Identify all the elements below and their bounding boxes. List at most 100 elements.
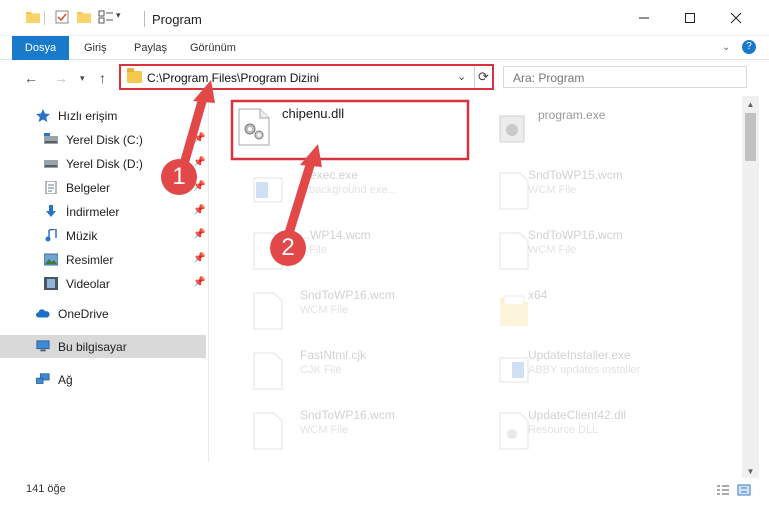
item-count: 141 öğe <box>26 483 66 495</box>
file-item-sndtowp16[interactable]: SndToWP16.wcm WCM File <box>232 402 472 458</box>
sidebar-item-videos[interactable]: Videolar 📌 <box>0 272 206 295</box>
file-item-sndtowp15[interactable]: SndToWP15.wcm WCM File <box>478 162 718 218</box>
app-window-icon <box>499 357 529 383</box>
expand-ribbon-icon[interactable]: ⌄ <box>722 36 730 60</box>
sidebar-item-pictures[interactable]: Resimler 📌 <box>0 248 206 271</box>
qa-divider <box>44 11 45 25</box>
file-name: UpdateClient42.dll <box>528 408 627 422</box>
properties-icon[interactable] <box>55 10 69 24</box>
pin-icon[interactable]: 📌 <box>193 133 205 144</box>
pane-divider[interactable] <box>208 96 209 462</box>
sidebar-item-local-disk-d[interactable]: Yerel Disk (D:) 📌 <box>0 152 206 175</box>
sidebar-item-documents[interactable]: Belgeler 📌 <box>0 176 206 199</box>
back-arrow-icon[interactable]: ← <box>24 70 38 86</box>
maximize-button[interactable] <box>667 0 713 36</box>
address-path[interactable]: C:\Program Files\Program Dizini <box>147 71 319 85</box>
file-name: chipenu.dll <box>282 106 345 121</box>
pin-icon[interactable]: 📌 <box>193 253 205 264</box>
file-item-program-exe[interactable]: program.exe <box>478 102 718 158</box>
file-item-fastntml-cjk[interactable]: FastNtml.cjk CJK File <box>232 342 472 398</box>
network-icon <box>36 373 50 384</box>
app-window-icon <box>253 177 283 203</box>
sidebar-item-label: İndirmeler <box>66 205 120 219</box>
folder-icon <box>500 295 528 326</box>
generic-file-icon <box>253 412 283 450</box>
title-divider <box>144 11 145 27</box>
file-name: program.exe <box>538 108 606 122</box>
sidebar-item-music[interactable]: Müzik 📌 <box>0 224 206 247</box>
recent-locations-icon[interactable]: ▾ <box>80 73 85 84</box>
file-item-chipenu-dll[interactable]: chipenu.dll <box>232 102 472 158</box>
help-icon[interactable]: ? <box>742 40 756 54</box>
up-arrow-icon[interactable]: ↑ <box>99 70 106 86</box>
file-item-updateinstaller-exe[interactable]: UpdateInstaller.exe ABBY updates install… <box>478 342 718 398</box>
address-bar[interactable]: C:\Program Files\Program Dizini ⌄ ⟳ <box>119 64 494 90</box>
search-box[interactable]: Ara: Program <box>503 66 747 88</box>
details-view-icon[interactable] <box>716 484 730 496</box>
file-type: ...background exe... <box>300 184 397 196</box>
file-item-sndtowp16[interactable]: SndToWP16.wcm WCM File <box>478 222 718 278</box>
star-icon <box>36 109 50 122</box>
sidebar-item-label: Yerel Disk (C:) <box>66 133 143 147</box>
music-icon <box>45 229 57 242</box>
file-item-updateclient42-dll[interactable]: UpdateClient42.dll Resource DLL <box>478 402 718 458</box>
navigation-pane: Hızlı erişim Yerel Disk (C:) 📌 Yerel Dis… <box>0 96 210 462</box>
view-layout-icon[interactable] <box>98 10 114 24</box>
file-name: SndToWP15.wcm <box>528 168 623 182</box>
tab-home[interactable]: Giriş <box>84 36 107 60</box>
sidebar-item-label: OneDrive <box>58 307 109 321</box>
generic-file-icon <box>499 172 529 210</box>
file-type: ABBY updates installer <box>528 364 641 376</box>
file-type: WCM File <box>528 244 577 256</box>
scroll-up-icon[interactable]: ▲ <box>742 96 759 113</box>
sidebar-item-label: Hızlı erişim <box>58 109 118 123</box>
close-button[interactable] <box>713 0 759 36</box>
sidebar-item-downloads[interactable]: İndirmeler 📌 <box>0 200 206 223</box>
minimize-button[interactable] <box>621 0 667 36</box>
file-name: SndToWP16.wcm <box>300 288 395 302</box>
search-input[interactable]: Ara: Program <box>513 71 584 85</box>
sidebar-item-label: Resimler <box>66 253 114 267</box>
file-item-x64-folder[interactable]: x64 <box>478 282 718 338</box>
sidebar-item-onedrive[interactable]: OneDrive <box>0 302 206 325</box>
ribbon-tabs: Dosya Giriş Paylaş Görünüm ⌄ ? <box>0 36 769 92</box>
file-name: ...exec.exe <box>300 168 359 182</box>
pin-icon[interactable]: 📌 <box>193 157 205 168</box>
file-item-sndtowp14[interactable]: ...WP14.wcm ...File <box>232 222 472 278</box>
sidebar-item-label: Ağ <box>58 373 73 387</box>
window-title: Program <box>152 12 202 27</box>
file-name: SndToWP16.wcm <box>528 228 623 242</box>
large-icons-view-icon[interactable] <box>737 484 751 496</box>
pictures-icon <box>44 253 58 266</box>
file-item-exec-exe[interactable]: ...exec.exe ...background exe... <box>232 162 472 218</box>
vertical-scrollbar[interactable]: ▲ ▼ <box>742 96 759 480</box>
tab-share[interactable]: Paylaş <box>134 36 167 60</box>
sidebar-item-network[interactable]: Ağ <box>0 368 206 391</box>
status-bar: 141 öğe <box>0 478 769 502</box>
file-type: WCM File <box>300 424 349 436</box>
tab-view[interactable]: Görünüm <box>190 36 236 60</box>
folder-icon <box>26 10 40 23</box>
file-type: WCM File <box>528 184 577 196</box>
file-item-sndtowp16[interactable]: SndToWP16.wcm WCM File <box>232 282 472 338</box>
sidebar-item-quick-access[interactable]: Hızlı erişim <box>0 104 206 127</box>
sidebar-item-label: Videolar <box>66 277 110 291</box>
pin-icon[interactable]: 📌 <box>193 205 205 216</box>
sidebar-item-this-pc[interactable]: Bu bilgisayar <box>0 335 206 358</box>
customize-qa-icon[interactable]: ▾ <box>116 10 121 21</box>
forward-arrow-icon[interactable]: → <box>54 70 68 86</box>
refresh-icon[interactable]: ⟳ <box>474 66 492 88</box>
chevron-down-icon[interactable]: ⌄ <box>457 70 466 83</box>
title-bar: ▾ Program <box>0 0 769 36</box>
folder-icon <box>127 68 142 83</box>
file-list: chipenu.dll program.exe ...exec.exe ...b… <box>214 96 742 462</box>
file-type: CJK File <box>300 364 342 376</box>
pin-icon[interactable]: 📌 <box>193 181 205 192</box>
pin-icon[interactable]: 📌 <box>193 229 205 240</box>
new-folder-icon[interactable] <box>77 10 91 23</box>
file-type: ...File <box>300 244 327 256</box>
pin-icon[interactable]: 📌 <box>193 277 205 288</box>
sidebar-item-local-disk-c[interactable]: Yerel Disk (C:) 📌 <box>0 128 206 151</box>
sidebar-item-label: Yerel Disk (D:) <box>66 157 143 171</box>
scroll-thumb[interactable] <box>745 113 756 161</box>
